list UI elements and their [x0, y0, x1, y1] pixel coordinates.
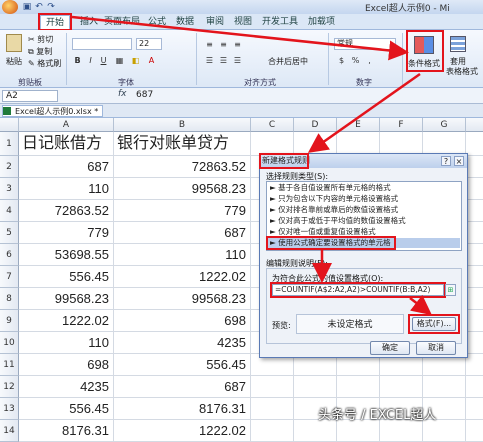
arrow-home-to-conditional — [71, 15, 409, 61]
annotation-arrows — [71, 15, 432, 316]
arrow-formula-to-format — [409, 294, 432, 316]
arrow-conditional-to-dialog — [307, 72, 421, 153]
watermark: 头条号 / EXCEL超人 — [318, 408, 437, 423]
